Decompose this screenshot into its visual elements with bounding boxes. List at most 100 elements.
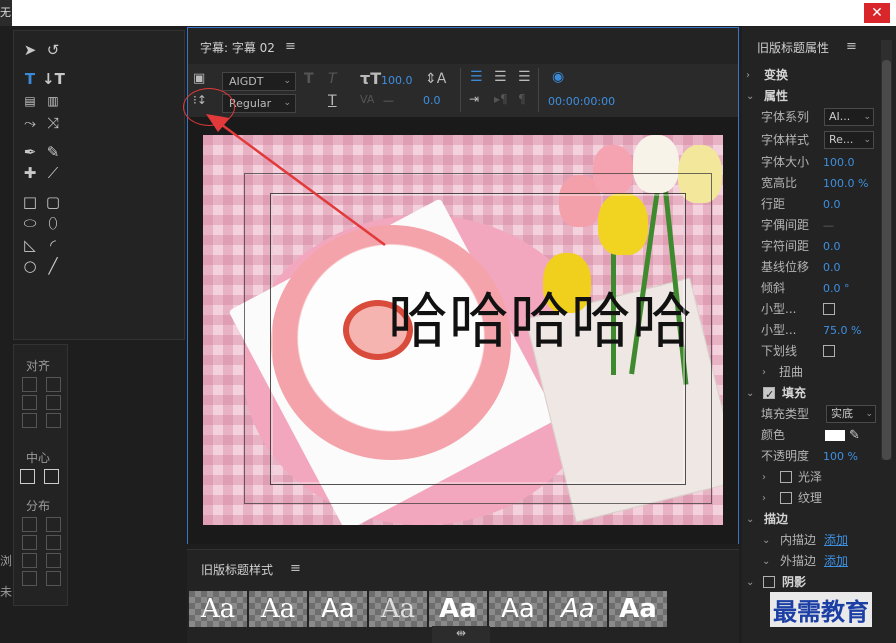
bold-icon[interactable]: T bbox=[304, 71, 314, 87]
aspect-field[interactable]: 100.0 % bbox=[823, 173, 868, 194]
resize-handle-icon[interactable]: ⇹ bbox=[432, 626, 490, 643]
sheen-row[interactable]: › 光泽 bbox=[742, 467, 896, 488]
styles-menu-icon[interactable]: ≡ bbox=[290, 561, 301, 576]
selection-tool-icon[interactable]: ➤ bbox=[19, 39, 41, 61]
style-sample[interactable]: Aa bbox=[189, 591, 247, 627]
align-left-text-icon[interactable]: ☰ bbox=[470, 69, 483, 85]
eyedropper-icon[interactable]: ✎ bbox=[849, 425, 860, 446]
align-center-v-icon[interactable] bbox=[45, 395, 61, 410]
italic-icon[interactable]: T bbox=[328, 71, 337, 87]
fill-section[interactable]: ⌄填充 bbox=[742, 383, 896, 405]
arc-tool-icon[interactable]: ◜ bbox=[42, 234, 64, 256]
tracking-field[interactable]: 0.0 bbox=[823, 236, 841, 257]
align-top-icon[interactable] bbox=[45, 377, 61, 392]
styles-panel-title: 旧版标题样式 bbox=[201, 563, 274, 577]
ellipse-tool-icon[interactable]: ○ bbox=[19, 255, 41, 277]
align-right-icon[interactable] bbox=[22, 413, 37, 428]
stroke-section[interactable]: ⌄ 描边 bbox=[742, 509, 896, 530]
texture-row[interactable]: › 纹理 bbox=[742, 488, 896, 509]
path-type-tool-icon[interactable]: ⤳ bbox=[19, 112, 41, 134]
kerning-value[interactable]: — bbox=[383, 94, 394, 107]
vertical-type-tool-icon[interactable]: ↓T bbox=[42, 68, 65, 90]
sheen-checkbox[interactable] bbox=[780, 471, 792, 483]
shadow-section[interactable]: ⌄ 阴影 bbox=[742, 572, 896, 593]
area-type-tool-icon[interactable]: ▤ bbox=[19, 90, 41, 112]
style-sample[interactable]: Aa bbox=[369, 591, 427, 627]
font-size-value[interactable]: 100.0 bbox=[381, 74, 413, 87]
opacity-field[interactable]: 100 % bbox=[823, 446, 858, 467]
vertical-area-type-tool-icon[interactable]: ▥ bbox=[42, 90, 64, 112]
type-tool-icon[interactable]: T bbox=[19, 68, 41, 90]
align-right-text-icon[interactable]: ☰ bbox=[518, 69, 531, 85]
style-sample[interactable]: Aa bbox=[249, 591, 307, 627]
title-styles-panel: 旧版标题样式 ≡ Aa Aa Aa Aa Aa Aa Aa Aa ⇹ bbox=[187, 549, 739, 643]
line-tool-icon[interactable]: ╱ bbox=[42, 255, 64, 277]
properties-scroll-thumb[interactable] bbox=[882, 60, 891, 460]
vertical-path-type-tool-icon[interactable]: ⤨ bbox=[42, 112, 64, 134]
add-outer-stroke-link[interactable]: 添加 bbox=[824, 551, 848, 572]
underline-icon[interactable]: T bbox=[328, 93, 337, 109]
smallcaps-size-field[interactable]: 75.0 % bbox=[823, 320, 861, 341]
texture-checkbox[interactable] bbox=[780, 492, 792, 504]
style-sample[interactable]: Aa bbox=[309, 591, 367, 627]
rounded-corner-rect-tool-icon[interactable]: ⬯ bbox=[42, 212, 64, 234]
style-sample[interactable]: Aa bbox=[489, 591, 547, 627]
roll-crawl-icon[interactable]: ▸¶ bbox=[494, 92, 508, 106]
add-inner-stroke-link[interactable]: 添加 bbox=[824, 530, 848, 551]
rotate-tool-icon[interactable]: ↺ bbox=[42, 39, 64, 61]
distribute-center-v-icon[interactable] bbox=[45, 535, 61, 550]
smallcaps-checkbox[interactable] bbox=[823, 303, 835, 315]
panel-menu-icon[interactable]: ≡ bbox=[285, 39, 296, 54]
pen-tool-icon[interactable]: ✒ bbox=[19, 141, 41, 163]
distort-row[interactable]: › 扭曲 bbox=[742, 362, 896, 383]
properties-menu-icon[interactable]: ≡ bbox=[846, 39, 857, 54]
slant-field[interactable]: 0.0 ° bbox=[823, 278, 850, 299]
tracking-row: 字符间距 0.0 bbox=[742, 236, 896, 257]
paragraph-icon[interactable]: ¶ bbox=[518, 92, 526, 106]
show-video-icon[interactable]: ◉ bbox=[552, 69, 564, 85]
tools-panel: ➤ ↺ T ↓T ▤ ▥ ⤳ ⤨ ✒ ✎ ✚ ⟋ □ ▢ ⬭ ⬯ ◺ ◜ ○ ╱ bbox=[13, 30, 185, 340]
wedge-tool-icon[interactable]: ◺ bbox=[19, 234, 41, 256]
distribute-bottom-icon[interactable] bbox=[45, 553, 61, 568]
clipped-rect-tool-icon[interactable]: ⬭ bbox=[19, 212, 41, 234]
fill-checkbox[interactable] bbox=[763, 384, 775, 405]
transform-section[interactable]: › 变换 bbox=[742, 65, 896, 86]
align-left-icon[interactable] bbox=[22, 377, 37, 392]
color-swatch[interactable] bbox=[825, 430, 845, 441]
rounded-rect-tool-icon[interactable]: ▢ bbox=[42, 191, 64, 213]
kerning-field[interactable]: — bbox=[823, 215, 834, 236]
distribute-even-v-icon[interactable] bbox=[45, 571, 61, 586]
style-sample[interactable]: Aa bbox=[549, 591, 607, 627]
font-family-dropdown[interactable]: AI... ⌄ bbox=[824, 108, 874, 126]
leading-value[interactable]: 0.0 bbox=[423, 94, 441, 107]
distribute-right-icon[interactable] bbox=[22, 553, 37, 568]
timecode[interactable]: 00:00:00:00 bbox=[548, 95, 615, 108]
style-sample[interactable]: Aa bbox=[429, 591, 487, 627]
add-anchor-tool-icon[interactable]: ✚ bbox=[19, 162, 41, 184]
style-sample[interactable]: Aa bbox=[609, 591, 667, 627]
center-vertical-icon[interactable] bbox=[44, 469, 59, 484]
distribute-even-h-icon[interactable] bbox=[22, 571, 37, 586]
baseline-field[interactable]: 0.0 bbox=[823, 257, 841, 278]
delete-anchor-tool-icon[interactable]: ✎ bbox=[42, 141, 64, 163]
align-center-h-icon[interactable] bbox=[22, 395, 37, 410]
font-size-field[interactable]: 100.0 bbox=[823, 152, 855, 173]
font-family-select[interactable]: AIGDT ⌄ bbox=[222, 72, 296, 91]
align-bottom-icon[interactable] bbox=[45, 413, 61, 428]
underline-checkbox[interactable] bbox=[823, 345, 835, 357]
convert-anchor-tool-icon[interactable]: ⟋ bbox=[42, 162, 64, 184]
rectangle-tool-icon[interactable]: □ bbox=[19, 191, 41, 213]
close-button[interactable]: ✕ bbox=[864, 3, 890, 23]
center-horizontal-icon[interactable] bbox=[20, 469, 35, 484]
align-center-text-icon[interactable]: ☰ bbox=[494, 69, 507, 85]
shadow-checkbox[interactable] bbox=[763, 576, 775, 588]
background-video-icon[interactable]: ▣ bbox=[193, 71, 205, 86]
properties-section[interactable]: ⌄ 属性 bbox=[742, 86, 896, 107]
tab-stops-text-icon[interactable]: ⇥ bbox=[469, 92, 479, 106]
distribute-top-icon[interactable] bbox=[45, 517, 61, 532]
font-style-dropdown[interactable]: Re... ⌄ bbox=[824, 131, 874, 149]
distribute-left-icon[interactable] bbox=[22, 517, 37, 532]
fill-type-dropdown[interactable]: 实底 ⌄ bbox=[826, 405, 876, 423]
leading-field[interactable]: 0.0 bbox=[823, 194, 841, 215]
distribute-center-h-icon[interactable] bbox=[22, 535, 37, 550]
